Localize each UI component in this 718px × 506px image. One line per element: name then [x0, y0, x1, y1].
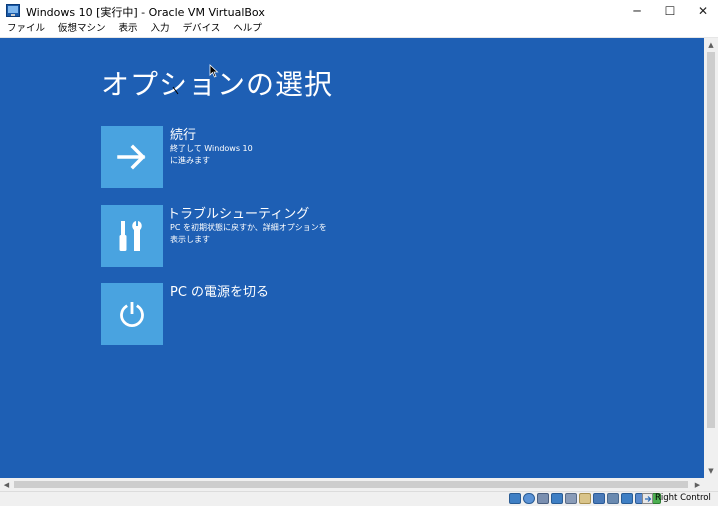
option-troubleshoot[interactable]: トラブルシューティング PC を初期状態に戻すか、詳細オプションを 表示します [101, 205, 421, 267]
vertical-scroll-thumb[interactable] [707, 52, 715, 428]
menu-view[interactable]: 表示 [112, 21, 144, 37]
vertical-scrollbar[interactable]: ▲ ▼ [704, 38, 718, 478]
power-icon [120, 302, 144, 328]
option-shutdown-title: PC の電源を切る [170, 285, 270, 300]
title-bar: Windows 10 [実行中] - Oracle VM VirtualBox … [0, 0, 718, 22]
cursor-trail-icon [172, 86, 179, 95]
scroll-right-icon[interactable]: ▶ [691, 478, 704, 491]
option-continue-description: 終了して Windows 10 に進みます [170, 144, 253, 165]
menu-help[interactable]: ヘルプ [226, 21, 268, 37]
host-key-label: Right Control [655, 493, 711, 503]
menu-devices[interactable]: デバイス [176, 21, 227, 37]
hard-disk-icon[interactable] [509, 493, 521, 504]
scroll-down-icon[interactable]: ▼ [704, 464, 718, 478]
window-title: Windows 10 [実行中] - Oracle VM VirtualBox [26, 6, 265, 19]
optical-drive-icon[interactable] [523, 493, 535, 504]
video-capture-icon[interactable] [607, 493, 619, 504]
scroll-up-icon[interactable]: ▲ [704, 38, 718, 52]
maximize-button[interactable]: ☐ [653, 0, 687, 21]
option-continue[interactable]: 続行 終了して Windows 10 に進みます [101, 126, 421, 188]
option-troubleshoot-description: PC を初期状態に戻すか、詳細オプションを 表示します [170, 223, 327, 244]
usb-icon[interactable] [565, 493, 577, 504]
menu-input[interactable]: 入力 [144, 21, 176, 37]
minimize-button[interactable]: ─ [620, 0, 654, 21]
audio-icon[interactable] [537, 493, 549, 504]
menu-bar: ファイル 仮想マシン 表示 入力 デバイス ヘルプ [0, 21, 718, 38]
network-icon[interactable] [551, 493, 563, 504]
virtualbox-app-icon [6, 4, 20, 17]
status-bar: Right Control [0, 491, 718, 506]
vm-display[interactable]: オプションの選択 続行 終了して Windows 10 に進みます トラブルシュ… [0, 38, 704, 478]
scroll-left-icon[interactable]: ◀ [0, 478, 13, 491]
option-shutdown[interactable]: PC の電源を切る [101, 283, 421, 345]
display-icon[interactable] [593, 493, 605, 504]
option-continue-tile[interactable] [101, 126, 163, 188]
close-button[interactable]: ✕ [686, 0, 718, 21]
status-icons [509, 493, 661, 504]
menu-machine[interactable]: 仮想マシン [51, 21, 112, 37]
option-troubleshoot-title: トラブルシューティング [167, 207, 310, 222]
scrollbar-corner [704, 478, 718, 491]
option-shutdown-tile[interactable] [101, 283, 163, 345]
arrow-right-icon [117, 144, 146, 170]
shared-folders-icon[interactable] [579, 493, 591, 504]
option-continue-title: 続行 [170, 128, 197, 143]
mouse-cursor-icon [209, 64, 219, 78]
mouse-integration-icon[interactable] [621, 493, 633, 504]
tools-icon [119, 221, 142, 251]
horizontal-scroll-thumb[interactable] [14, 481, 688, 488]
horizontal-scrollbar[interactable]: ◀ ▶ [0, 478, 704, 491]
host-key-arrow-icon [642, 493, 653, 504]
menu-file[interactable]: ファイル [0, 21, 51, 37]
option-troubleshoot-tile[interactable] [101, 205, 163, 267]
